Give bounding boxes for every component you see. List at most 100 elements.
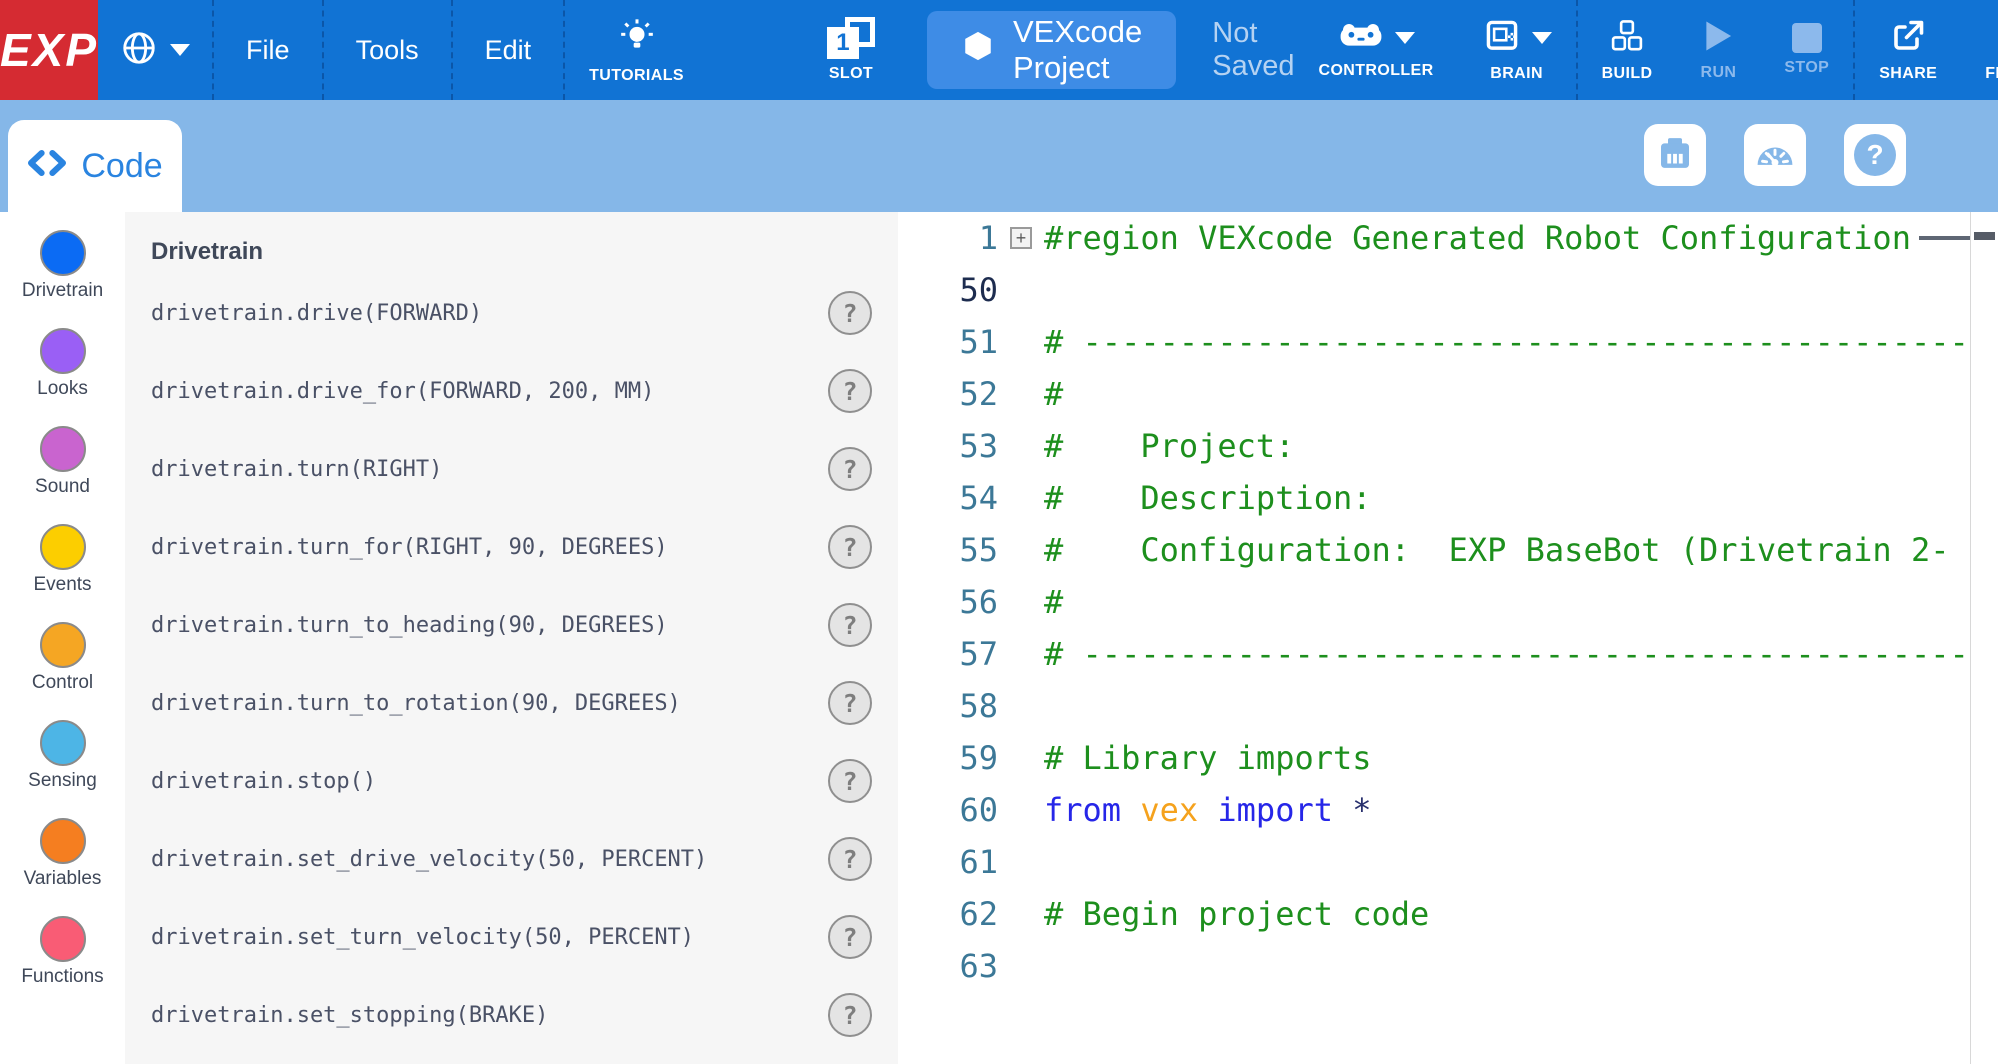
code-token: #	[1044, 583, 1063, 621]
code-line-50[interactable]: 50	[898, 264, 1998, 316]
feedback-button[interactable]: FEEDBACK	[1961, 0, 1998, 100]
menu-edit[interactable]: Edit	[453, 0, 564, 100]
command-help-button[interactable]: ?	[828, 369, 872, 413]
slot-button[interactable]: 1 SLOT	[803, 0, 899, 100]
command-snippet[interactable]: drivetrain.drive(FORWARD)	[151, 301, 482, 326]
code-line-63[interactable]: 63	[898, 940, 1998, 992]
code-line-59[interactable]: 59# Library imports	[898, 732, 1998, 784]
command-row[interactable]: drivetrain.set_stopping(BRAKE)?	[151, 976, 898, 1054]
line-number: 56	[898, 583, 998, 621]
code-line-58[interactable]: 58	[898, 680, 1998, 732]
chevron-down-icon	[1395, 32, 1415, 44]
code-line-57[interactable]: 57# ------------------------------------…	[898, 628, 1998, 680]
command-help-button[interactable]: ?	[828, 447, 872, 491]
code-line-51[interactable]: 51# ------------------------------------…	[898, 316, 1998, 368]
command-row[interactable]: drivetrain.stop()?	[151, 742, 898, 820]
brain-button[interactable]: BRAIN	[1458, 0, 1576, 100]
code-line-53[interactable]: 53# Project:	[898, 420, 1998, 472]
command-help-button[interactable]: ?	[828, 681, 872, 725]
code-line-60[interactable]: 60from vex import *	[898, 784, 1998, 836]
tutorials-button[interactable]: TUTORIALS	[565, 0, 708, 100]
build-button[interactable]: BUILD	[1578, 0, 1677, 100]
command-row[interactable]: drivetrain.turn_to_rotation(90, DEGREES)…	[151, 664, 898, 742]
command-row[interactable]: drivetrain.set_drive_velocity(50, PERCEN…	[151, 820, 898, 898]
line-number: 62	[898, 895, 998, 933]
save-status: Not Saved	[1212, 17, 1294, 83]
category-label: Looks	[37, 378, 88, 400]
code-line-52[interactable]: 52#	[898, 368, 1998, 420]
brain-icon	[1482, 18, 1522, 59]
line-number: 55	[898, 531, 998, 569]
dashboard-button[interactable]	[1744, 124, 1806, 186]
device-info-button[interactable]	[1644, 124, 1706, 186]
command-row[interactable]: drivetrain.drive_for(FORWARD, 200, MM)?	[151, 352, 898, 430]
command-snippet[interactable]: drivetrain.stop()	[151, 769, 376, 794]
command-row[interactable]: drivetrain.set_turn_velocity(50, PERCENT…	[151, 898, 898, 976]
command-row[interactable]: drivetrain.turn(RIGHT)?	[151, 430, 898, 508]
command-help-button[interactable]: ?	[828, 759, 872, 803]
build-label: BUILD	[1602, 65, 1653, 83]
command-snippet[interactable]: drivetrain.turn_to_heading(90, DEGREES)	[151, 613, 668, 638]
command-snippet[interactable]: drivetrain.drive_for(FORWARD, 200, MM)	[151, 379, 654, 404]
command-row[interactable]: drivetrain.turn_for(RIGHT, 90, DEGREES)?	[151, 508, 898, 586]
code-token: # --------------------------------------…	[1044, 635, 1998, 673]
sidebar-item-sensing[interactable]: Sensing	[0, 720, 125, 818]
fold-toggle-icon[interactable]: +	[1010, 227, 1032, 249]
top-toolbar: EXP File Tools Edit	[0, 0, 1998, 100]
language-menu[interactable]	[98, 0, 212, 100]
stop-button[interactable]: STOP	[1760, 0, 1853, 100]
code-line-1[interactable]: 1+#region VEXcode Generated Robot Config…	[898, 212, 1998, 264]
code-token	[1121, 791, 1140, 829]
looks-category-icon	[40, 328, 86, 374]
chevron-down-icon	[170, 44, 190, 56]
editor-scrollbar[interactable]	[1970, 212, 1998, 1064]
command-help-button[interactable]: ?	[828, 291, 872, 335]
gauge-icon	[1753, 131, 1797, 180]
command-help-button[interactable]: ?	[828, 915, 872, 959]
project-name-button[interactable]: VEXcode Project	[927, 11, 1176, 89]
code-line-56[interactable]: 56 #	[898, 576, 1998, 628]
tab-code[interactable]: Code	[8, 120, 182, 212]
minimap-mark	[1974, 232, 1995, 240]
command-snippet[interactable]: drivetrain.turn_to_rotation(90, DEGREES)	[151, 691, 681, 716]
command-help-button[interactable]: ?	[828, 525, 872, 569]
sidebar-item-drivetrain[interactable]: Drivetrain	[0, 230, 125, 328]
sidebar-item-sound[interactable]: Sound	[0, 426, 125, 524]
command-category-header: Drivetrain	[151, 238, 898, 266]
editor-tools: ?	[1644, 124, 1906, 186]
line-number: 54	[898, 479, 998, 517]
category-label: Sensing	[28, 770, 97, 792]
help-button[interactable]: ?	[1844, 124, 1906, 186]
command-snippet[interactable]: drivetrain.set_drive_velocity(50, PERCEN…	[151, 847, 707, 872]
code-editor[interactable]: 1+#region VEXcode Generated Robot Config…	[898, 212, 1998, 1064]
command-row[interactable]: drivetrain.turn_to_heading(90, DEGREES)?	[151, 586, 898, 664]
code-line-55[interactable]: 55# Configuration: EXP BaseBot (Drivetra…	[898, 524, 1998, 576]
lightbulb-icon	[617, 16, 657, 61]
command-snippet[interactable]: drivetrain.turn(RIGHT)	[151, 457, 442, 482]
controller-button[interactable]: CONTROLLER	[1294, 0, 1457, 100]
run-button[interactable]: RUN	[1676, 0, 1760, 100]
share-button[interactable]: SHARE	[1855, 0, 1961, 100]
command-help-button[interactable]: ?	[828, 603, 872, 647]
command-snippet[interactable]: drivetrain.set_stopping(BRAKE)	[151, 1003, 548, 1028]
run-label: RUN	[1700, 64, 1736, 82]
main-area: Drivetrain Looks SoundEventsControl Sensing…	[0, 212, 1998, 1064]
command-help-button[interactable]: ?	[828, 993, 872, 1037]
command-row[interactable]: drivetrain.drive(FORWARD)?	[151, 274, 898, 352]
sidebar-item-events[interactable]: Events	[0, 524, 125, 622]
code-line-61[interactable]: 61	[898, 836, 1998, 888]
command-snippet[interactable]: drivetrain.set_turn_velocity(50, PERCENT…	[151, 925, 694, 950]
tutorials-label: TUTORIALS	[589, 67, 684, 85]
command-help-button[interactable]: ?	[828, 837, 872, 881]
code-line-54[interactable]: 54# Description:	[898, 472, 1998, 524]
hexagon-icon	[961, 29, 995, 71]
sidebar-item-functions[interactable]: Functions	[0, 916, 125, 1014]
menu-file[interactable]: File	[214, 0, 322, 100]
sidebar-item-looks[interactable]: Looks	[0, 328, 125, 426]
code-lines: 1+#region VEXcode Generated Robot Config…	[898, 212, 1998, 992]
sidebar-item-control[interactable]: Control	[0, 622, 125, 720]
sidebar-item-variables[interactable]: Variables	[0, 818, 125, 916]
command-snippet[interactable]: drivetrain.turn_for(RIGHT, 90, DEGREES)	[151, 535, 668, 560]
code-line-62[interactable]: 62# Begin project code	[898, 888, 1998, 940]
menu-tools[interactable]: Tools	[324, 0, 451, 100]
